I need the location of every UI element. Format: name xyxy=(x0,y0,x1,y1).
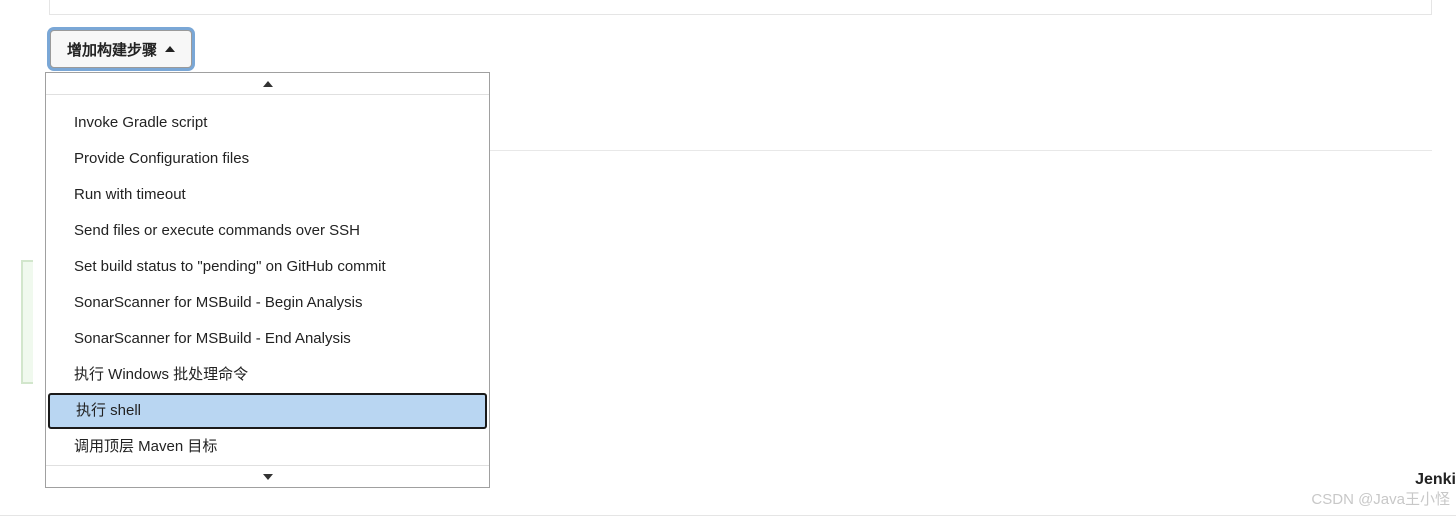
dropdown-option[interactable]: Provide Configuration files xyxy=(46,141,489,177)
chevron-down-icon xyxy=(263,474,273,480)
dropdown-option[interactable]: 调用顶层 Maven 目标 xyxy=(46,429,489,465)
dropdown-option[interactable]: 执行 shell xyxy=(48,393,487,429)
success-highlight-edge xyxy=(21,260,33,384)
dropdown-option-list: Invoke AntInvoke Gradle scriptProvide Co… xyxy=(46,95,489,465)
add-build-step-label: 增加构建步骤 xyxy=(67,39,157,60)
dropdown-option[interactable]: Invoke Ant xyxy=(46,95,489,105)
dropdown-option[interactable]: Send files or execute commands over SSH xyxy=(46,213,489,249)
build-step-dropdown: Invoke AntInvoke Gradle scriptProvide Co… xyxy=(45,72,490,488)
caret-up-icon xyxy=(165,46,175,52)
dropdown-scroll-down-button[interactable] xyxy=(46,465,489,487)
add-build-step-button[interactable]: 增加构建步骤 xyxy=(50,30,192,68)
panel-border-top xyxy=(49,0,1432,15)
app-title-fragment: Jenki xyxy=(1415,471,1456,489)
dropdown-option[interactable]: 执行 Windows 批处理命令 xyxy=(46,357,489,393)
dropdown-option[interactable]: Run with timeout xyxy=(46,177,489,213)
dropdown-option[interactable]: Invoke Gradle script xyxy=(46,105,489,141)
dropdown-option[interactable]: SonarScanner for MSBuild - Begin Analysi… xyxy=(46,285,489,321)
dropdown-option[interactable]: SonarScanner for MSBuild - End Analysis xyxy=(46,321,489,357)
dropdown-option[interactable]: Set build status to "pending" on GitHub … xyxy=(46,249,489,285)
csdn-watermark: CSDN @Java王小怪 xyxy=(1311,488,1450,509)
chevron-up-icon xyxy=(263,81,273,87)
dropdown-scroll-up-button[interactable] xyxy=(46,73,489,95)
